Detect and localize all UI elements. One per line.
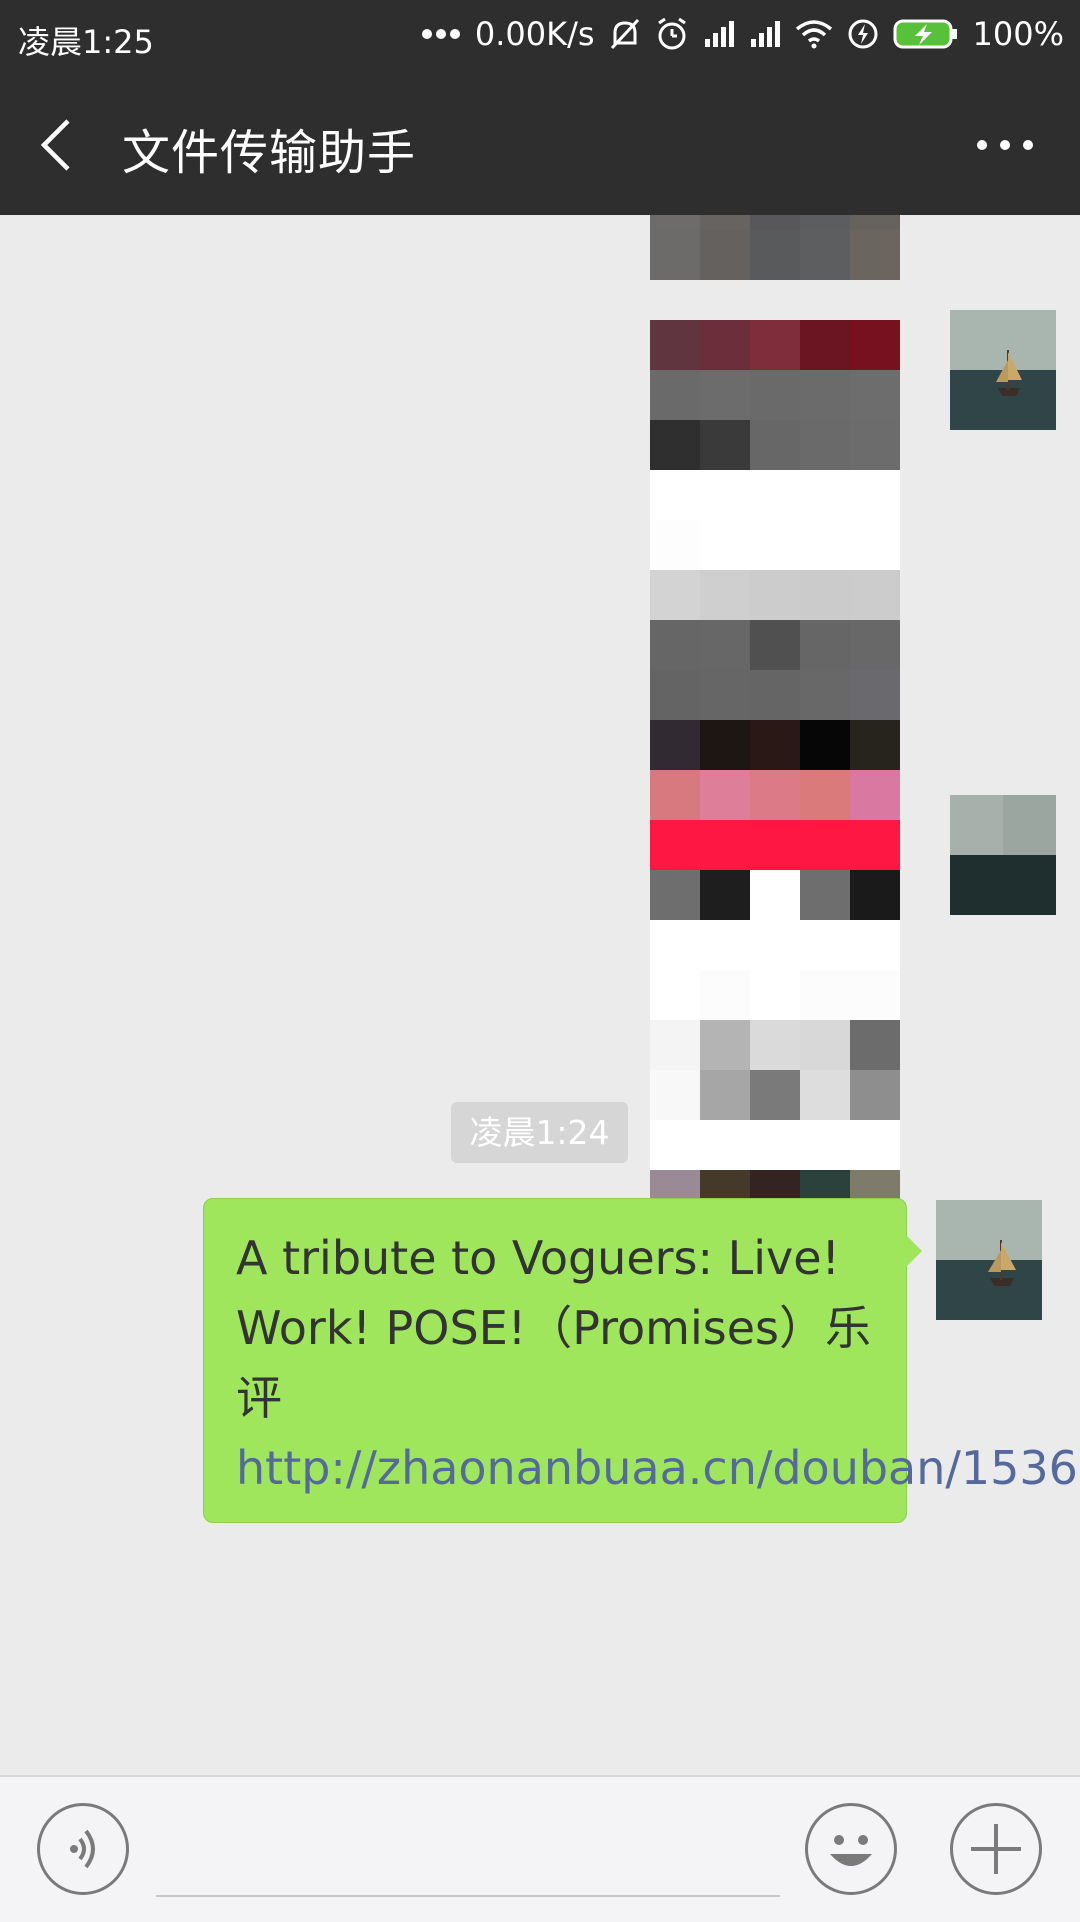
mute-bell-icon	[610, 18, 639, 50]
input-bar	[0, 1775, 1080, 1922]
signal-icon	[750, 21, 780, 47]
charging-icon	[848, 19, 878, 49]
image-message[interactable]	[650, 215, 900, 280]
more-button[interactable]	[970, 120, 1040, 170]
message-text: A tribute to Voguers: Live! Work! POSE!（…	[236, 1231, 871, 1425]
battery-percent: 100%	[972, 15, 1064, 53]
status-bar: 凌晨1:25 0.00K/s 100%	[0, 0, 1080, 75]
back-button[interactable]	[30, 105, 90, 185]
avatar[interactable]	[950, 310, 1056, 430]
bubble-tail	[906, 1235, 922, 1267]
plus-icon	[971, 1824, 1021, 1874]
image-message[interactable]	[650, 320, 900, 770]
ship-painting-icon	[950, 310, 1056, 430]
status-time: 凌晨1:25	[18, 23, 154, 61]
more-icon	[977, 140, 1033, 150]
message-link[interactable]: http://zhaonanbuaa.cn/douban/1536323363_…	[236, 1441, 1080, 1495]
more-dots-icon	[421, 29, 460, 39]
ship-painting-icon	[936, 1200, 1042, 1320]
status-icons: 0.00K/s 100%	[421, 15, 1064, 53]
emoji-icon	[830, 1835, 872, 1866]
chat-title: 文件传输助手	[122, 125, 417, 181]
title-bar: 文件传输助手	[0, 75, 1080, 215]
avatar[interactable]	[936, 1200, 1042, 1320]
chat-area[interactable]: 凌晨1:24 A tribute to Voguers: Live! Work!…	[0, 215, 1080, 1775]
voice-button[interactable]	[37, 1803, 129, 1895]
signal-icon	[704, 21, 734, 47]
plus-button[interactable]	[950, 1803, 1042, 1895]
message-input[interactable]	[156, 1895, 780, 1897]
wifi-icon	[795, 20, 832, 49]
emoji-button[interactable]	[805, 1803, 897, 1895]
battery-icon	[893, 19, 957, 49]
image-message[interactable]	[650, 770, 900, 1220]
alarm-icon	[657, 17, 686, 50]
text-message-bubble[interactable]: A tribute to Voguers: Live! Work! POSE!（…	[203, 1198, 1080, 1523]
chevron-left-icon	[40, 119, 70, 171]
network-speed: 0.00K/s	[474, 15, 595, 53]
voice-icon	[70, 1829, 95, 1869]
ship-painting-icon	[950, 795, 1056, 915]
avatar[interactable]	[950, 795, 1056, 915]
chat-timestamp: 凌晨1:24	[451, 1102, 628, 1163]
